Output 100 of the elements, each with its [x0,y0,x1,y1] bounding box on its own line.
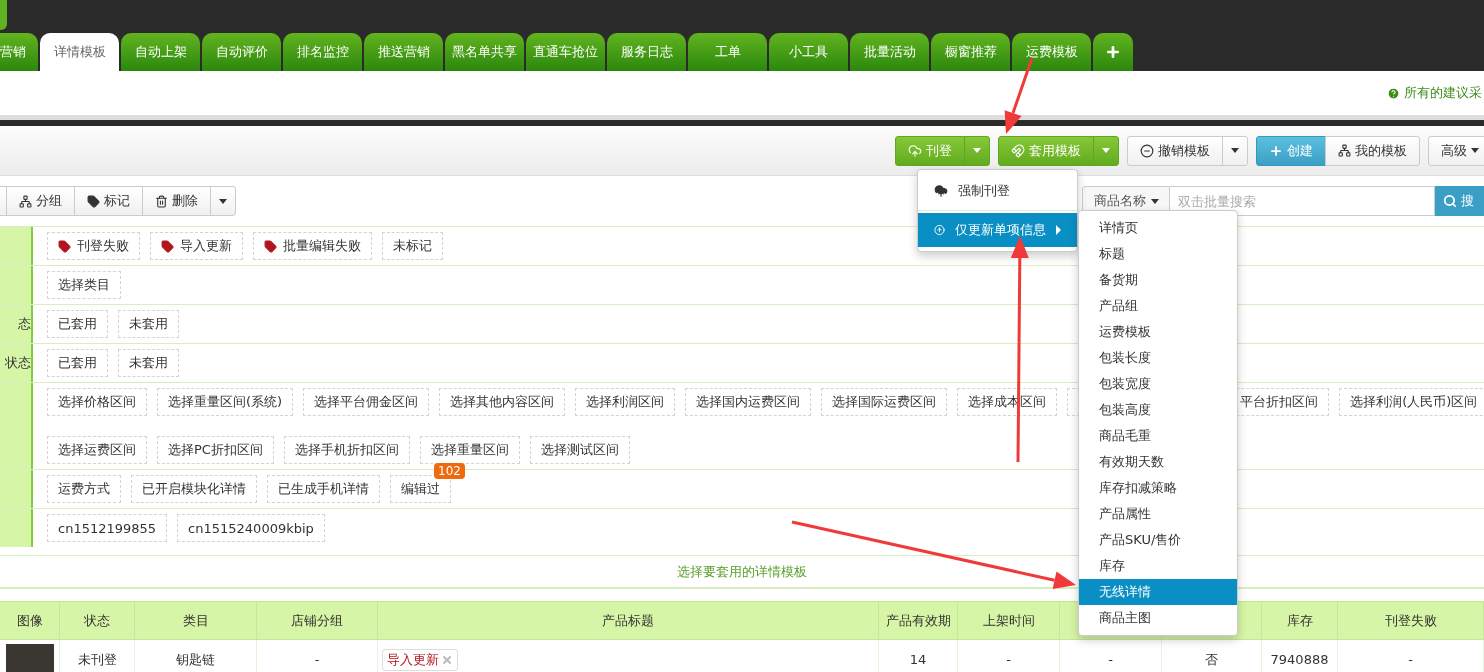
my-templates-button[interactable]: 我的模板 [1325,135,1420,166]
filter-chip[interactable]: 刊登失败 [47,232,140,260]
minus-circle-icon [1140,143,1154,158]
advanced-button[interactable]: 高级 [1428,135,1484,166]
column-header: 产品有效期 [879,601,958,640]
menu-item[interactable]: 商品主图 [1079,605,1237,631]
search-icon [1443,194,1457,208]
tag-chip: 导入更新 [382,648,458,671]
filter-chip[interactable]: 选择国内运费区间 [685,388,812,416]
filter-chip[interactable]: cn1512199855 [47,514,168,542]
plus-icon [1105,44,1121,60]
tab[interactable]: 详情模板 [40,33,119,71]
notice-text: 所有的建议采 [1404,84,1482,102]
filter-chip[interactable]: 选择利润区间 [575,388,676,416]
filter-chip[interactable]: 选择运费区间 [47,436,147,464]
menu-item[interactable]: 产品组 [1079,293,1237,319]
mark-button[interactable]: 标记 [74,186,143,216]
table-cell: 未刊登 [60,640,135,672]
table-cell: - [1060,640,1162,672]
menu-item[interactable]: 备货期 [1079,267,1237,293]
tab[interactable]: 服务日志 [607,33,686,71]
filter-chip[interactable]: 选择手机折扣区间 [283,436,410,464]
menu-item[interactable]: 包装高度 [1079,397,1237,423]
menu-item[interactable]: 产品SKU/售价 [1079,527,1237,553]
filter-chip[interactable]: 未套用 [118,310,179,338]
filter-label [0,509,33,547]
add-tab[interactable] [1093,33,1133,71]
hierarchy-icon [1338,144,1351,157]
delete-button[interactable]: 删除 [142,186,211,216]
menu-item[interactable]: 仅更新单项信息 [918,213,1077,247]
menu-item[interactable]: 详情页 [1079,215,1237,241]
search-field[interactable]: 双击批量搜索 [1170,186,1435,216]
filter-label-text: 状态 [5,354,31,372]
filter-chip[interactable]: 已套用 [47,310,108,338]
filter-chip[interactable]: 选择平台佣金区间 [303,388,430,416]
tag-icon [264,239,277,253]
filter-chip[interactable]: 选择国际运费区间 [821,388,948,416]
dropdown-toggle[interactable] [1093,135,1119,166]
menu-item[interactable]: 包装宽度 [1079,371,1237,397]
menu-item[interactable]: 包装长度 [1079,345,1237,371]
table-cell: - [958,640,1060,672]
filter-chip[interactable]: 选择重量区间(系统) [157,388,294,416]
table-cell: 7940888 [1262,640,1338,672]
filter-chip[interactable]: 未套用 [118,349,179,377]
menu-item[interactable]: 库存扣减策略 [1079,475,1237,501]
column-header: 图像 [0,601,60,640]
filter-chip[interactable]: 未标记 [382,232,443,260]
tag-icon [161,239,174,253]
tab[interactable]: 营销 [0,33,38,71]
filter-label-text: 态 [18,315,31,333]
filter-chip[interactable]: 运费方式 [47,475,121,503]
column-header: 状态 [60,601,135,640]
filter-chip[interactable]: 导入更新 [150,232,243,260]
tag-icon [87,194,100,208]
close-icon[interactable] [441,653,453,666]
column-header: 上架时间 [958,601,1060,640]
column-header: 库存 [1262,601,1338,640]
filter-chip[interactable]: 选择测试区间 [529,436,630,464]
hierarchy-icon [19,194,32,208]
column-header: 类目 [135,601,257,640]
count-badge: 102 [434,463,465,479]
caret-icon [1471,148,1479,153]
plus-icon [1269,143,1283,158]
column-header: 店铺分组 [257,601,378,640]
menu-item[interactable]: 产品属性 [1079,501,1237,527]
group-button[interactable]: 分组 [6,186,75,216]
filter-chip[interactable]: cn1515240009kbip [177,514,325,542]
menu-item[interactable]: 无线详情 [1079,579,1237,605]
help-icon [1387,86,1400,100]
filter-chip[interactable]: 批量编辑失败 [253,232,372,260]
menu-item[interactable]: 商品毛重 [1079,423,1237,449]
dropdown-toggle[interactable] [210,186,236,216]
cloud-upload-icon [934,184,948,198]
menu-item[interactable]: 有效期天数 [1079,449,1237,475]
table-cell: - [1338,640,1484,672]
filter-chip[interactable]: 选择利润(人民币)区间 [1339,388,1484,416]
table-cell: 14 [879,640,958,672]
column-header: 产品标题 [378,601,879,640]
menu-item[interactable]: 强制刊登 [918,174,1077,208]
menu-item[interactable]: 标题 [1079,241,1237,267]
filter-chip[interactable]: 选择PC折扣区间 [157,436,274,464]
filter-chip[interactable]: 选择其他内容区间 [439,388,566,416]
filter-chip[interactable]: 已生成手机详情 [267,475,380,503]
revoke-button[interactable]: 撤销模板 [1127,135,1223,166]
column-header: 刊登失败 [1338,601,1484,640]
tag-icon [58,239,71,253]
cloud-upload-icon [908,143,922,158]
dropdown-toggle[interactable] [964,135,990,166]
magnet-icon [1011,143,1025,158]
filter-chip[interactable]: 选择价格区间 [47,388,147,416]
filter-chip[interactable]: 已套用 [47,349,108,377]
table-cell: 钥匙链 [135,640,257,672]
trash-icon [155,194,168,208]
menu-item[interactable]: 库存 [1079,553,1237,579]
caret-icon [1056,225,1061,235]
menu-item[interactable]: 运费模板 [1079,319,1237,345]
filter-chip[interactable]: 选择类目 [47,271,121,299]
table-cell: - [257,640,378,672]
filter-chip[interactable]: 已开启模块化详情 [131,475,257,503]
dropdown-toggle[interactable] [1222,135,1248,166]
